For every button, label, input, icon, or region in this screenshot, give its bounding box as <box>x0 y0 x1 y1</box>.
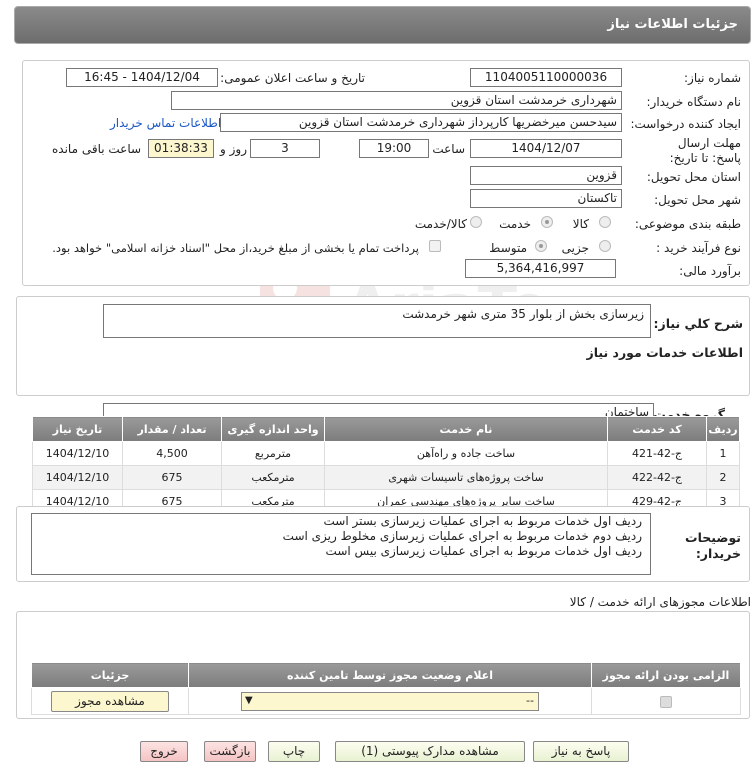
cell-need-date: 1404/12/10 <box>32 465 123 490</box>
creator-label: ایجاد کننده درخواست: <box>630 117 741 131</box>
cell-permit-status: -- ▼ <box>188 687 592 715</box>
treasury-payment-checkbox[interactable] <box>429 240 441 252</box>
category-option-service-radio[interactable] <box>541 216 553 228</box>
days-remaining-field: 3 <box>250 139 320 158</box>
print-button[interactable]: چاپ <box>268 741 320 762</box>
buyer-notes-textarea[interactable]: ردیف اول خدمات مربوط به اجرای عملیات زیر… <box>31 513 651 575</box>
process-option-minor-label: جزیی <box>561 241 589 255</box>
description-label: شرح کلي نياز: <box>653 316 743 331</box>
cell-service-code: ج-42-422 <box>607 465 707 490</box>
permits-table: الزامی بودن ارائه مجوز اعلام وضعیت مجوز … <box>31 662 741 715</box>
process-option-medium-label: متوسط <box>489 241 527 255</box>
view-attachments-button[interactable]: مشاهده مدارک پیوستی (1) <box>335 741 525 762</box>
need-number-field: 1104005110000036 <box>470 68 622 87</box>
days-and-label: روز و <box>220 142 247 156</box>
permit-required-checkbox[interactable] <box>660 695 672 708</box>
col-permit-required: الزامی بودن ارائه مجوز <box>591 662 741 688</box>
deadline-date-field: 1404/12/07 <box>470 139 622 158</box>
cell-permit-required <box>591 687 741 715</box>
process-option-medium-radio[interactable] <box>535 240 547 252</box>
buyer-note-line: ردیف اول خدمات مربوط به اجرای عملیات زیر… <box>325 544 642 558</box>
services-table: ردیف کد خدمت نام خدمت واحد اندازه گیری ت… <box>32 416 740 514</box>
reply-button[interactable]: پاسخ به نیاز <box>533 741 629 762</box>
buyer-contact-link[interactable]: اطلاعات تماس خریدار <box>110 116 221 130</box>
buyer-note-line: ردیف اول خدمات مربوط به اجرای عملیات زیر… <box>323 514 643 528</box>
deadline-label: مهلت ارسال پاسخ: تا تاریخ: <box>669 136 741 165</box>
category-option-goods-radio[interactable] <box>599 216 611 228</box>
process-type-label: نوع فرآیند خرید : <box>656 241 741 255</box>
need-number-label: شماره نیاز: <box>684 71 741 85</box>
cell-permit-details: مشاهده مجوز <box>31 687 189 715</box>
cell-service-name: ساخت پروژه‌های تاسیسات شهری <box>324 465 608 490</box>
city-field: تاکستان <box>470 189 622 208</box>
announce-datetime-label: تاریخ و ساعت اعلان عمومی: <box>220 71 365 85</box>
col-permit-details: جزئیات <box>31 662 189 688</box>
cell-quantity: 4,500 <box>122 441 222 466</box>
category-label: طبقه بندی موضوعی: <box>634 217 741 231</box>
cell-unit: مترمربع <box>221 441 325 466</box>
cell-service-code: ج-42-421 <box>607 441 707 466</box>
cell-row: 2 <box>706 465 740 490</box>
description-textarea[interactable]: زیرسازی بخش از بلوار 35 متری شهر خرمدشت <box>103 304 651 338</box>
col-row: ردیف <box>706 416 740 442</box>
services-info-title: اطلاعات خدمات مورد نیاز <box>586 345 744 360</box>
remaining-time-field: 01:38:33 <box>148 139 214 158</box>
buyer-notes-label: توضیحات خریدار: <box>685 530 741 561</box>
creator-field: سیدحسن میرخضریها کارپرداز شهرداری خرمدشت… <box>220 113 622 132</box>
exit-button[interactable]: خروج <box>140 741 188 762</box>
city-label: شهر محل تحویل: <box>654 193 741 207</box>
chevron-down-icon: ▼ <box>245 694 253 706</box>
buyer-note-line: ردیف دوم خدمات مربوط به اجرای عملیات زیر… <box>282 529 642 543</box>
category-option-goods-label: کالا <box>572 217 589 231</box>
announce-datetime-field: 1404/12/04 - 16:45 <box>66 68 218 87</box>
deadline-time-label: ساعت <box>432 142 465 156</box>
category-option-both-label: کالا/خدمت <box>414 217 467 231</box>
budget-field: 5,364,416,997 <box>465 259 616 278</box>
deadline-time-field: 19:00 <box>359 139 429 158</box>
buyer-org-label: نام دستگاه خریدار: <box>646 95 742 109</box>
category-option-both-radio[interactable] <box>470 216 482 228</box>
remaining-time-label: ساعت باقی مانده <box>52 142 142 156</box>
buyer-org-field: شهرداری خرمدشت استان قزوین <box>171 91 622 110</box>
category-option-service-label: خدمت <box>499 217 531 231</box>
table-row: 2 ج-42-422 ساخت پروژه‌های تاسیسات شهری م… <box>32 465 740 490</box>
col-need-date: تاریخ نیاز <box>32 416 123 442</box>
cell-row: 1 <box>706 441 740 466</box>
page-title: جزئیات اطلاعات نیاز <box>607 17 738 32</box>
col-quantity: تعداد / مقدار <box>122 416 222 442</box>
col-permit-status: اعلام وضعیت مجوز توسط تامین کننده <box>188 662 592 688</box>
cell-unit: مترمکعب <box>221 465 325 490</box>
permit-status-select[interactable]: -- ▼ <box>241 691 539 711</box>
permit-status-value: -- <box>526 693 534 707</box>
treasury-payment-note: پرداخت تمام یا بخشی از مبلغ خرید،از محل … <box>52 241 419 255</box>
table-row: 1 ج-42-421 ساخت جاده و راه‌آهن مترمربع 4… <box>32 441 740 466</box>
col-service-code: کد خدمت <box>607 416 707 442</box>
budget-label: برآورد مالی: <box>679 264 741 278</box>
page-header: جزئیات اطلاعات نیاز <box>14 6 751 44</box>
province-field: قزوین <box>470 166 622 185</box>
cell-quantity: 675 <box>122 465 222 490</box>
view-permit-button[interactable]: مشاهده مجوز <box>51 690 169 712</box>
province-label: استان محل تحویل: <box>646 170 741 184</box>
permits-title: اطلاعات مجوزهای ارائه خدمت / کالا <box>569 595 751 609</box>
process-option-minor-radio[interactable] <box>599 240 611 252</box>
col-unit: واحد اندازه گیری <box>221 416 325 442</box>
table-row: -- ▼ مشاهده مجوز <box>31 687 741 715</box>
col-service-name: نام خدمت <box>324 416 608 442</box>
cell-need-date: 1404/12/10 <box>32 441 123 466</box>
cell-service-name: ساخت جاده و راه‌آهن <box>324 441 608 466</box>
back-button[interactable]: بازگشت <box>204 741 256 762</box>
